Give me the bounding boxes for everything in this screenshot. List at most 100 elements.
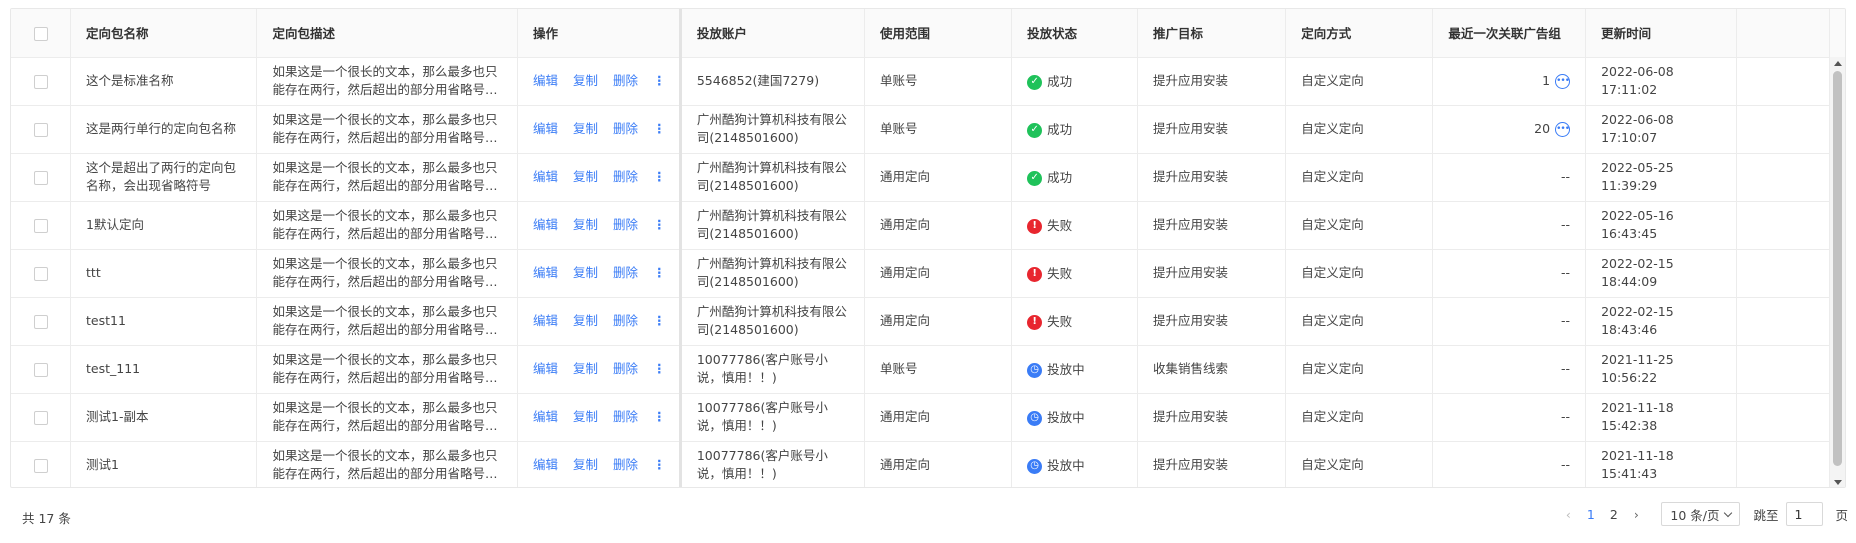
col-header-goal[interactable]: 推广目标 <box>1137 9 1287 58</box>
copy-link[interactable]: 复制 <box>573 169 598 184</box>
table-row[interactable]: 这个是超出了两行的定向包名称，会出现省略符号 如果这是一个很长的文本，那么最多也… <box>11 153 1832 202</box>
scope-cell: 通用定向 <box>864 441 1013 487</box>
row-spacer <box>1736 57 1832 106</box>
more-vertical-icon[interactable]: ⋮ <box>653 360 666 378</box>
col-header-desc[interactable]: 定向包描述 <box>256 9 519 58</box>
status-text: 投放中 <box>1047 410 1085 425</box>
scrollbar-thumb[interactable] <box>1833 71 1842 466</box>
edit-link[interactable]: 编辑 <box>533 313 558 328</box>
delete-link[interactable]: 删除 <box>613 73 638 88</box>
col-header-status[interactable]: 投放状态 <box>1011 9 1138 58</box>
vertical-scrollbar[interactable] <box>1829 57 1845 487</box>
edit-link[interactable]: 编辑 <box>533 73 558 88</box>
next-page-icon[interactable]: › <box>1625 507 1647 522</box>
scroll-up-arrow-icon[interactable] <box>1834 61 1842 66</box>
package-name: 这是两行单行的定向包名称 <box>86 121 237 136</box>
delete-link[interactable]: 删除 <box>613 265 638 280</box>
adgroup-cell: -- <box>1432 441 1587 487</box>
page-1[interactable]: 1 <box>1579 507 1602 522</box>
status-text: 成功 <box>1047 122 1073 137</box>
page-2[interactable]: 2 <box>1602 507 1625 522</box>
page-size-select[interactable]: 10 条/页 <box>1661 502 1741 526</box>
scroll-down-arrow-icon[interactable] <box>1834 480 1842 485</box>
method-cell: 自定义定向 <box>1285 345 1434 394</box>
row-checkbox[interactable] <box>33 314 48 329</box>
table-row[interactable]: ttt 如果这是一个很长的文本，那么最多也只能存在两行，然后超出的部分用省略号显… <box>11 249 1832 298</box>
more-vertical-icon[interactable]: ⋮ <box>653 264 666 282</box>
copy-link[interactable]: 复制 <box>573 73 598 88</box>
col-header-account[interactable]: 投放账户 <box>680 9 866 58</box>
edit-link[interactable]: 编辑 <box>533 169 558 184</box>
copy-link[interactable]: 复制 <box>573 361 598 376</box>
row-checkbox[interactable] <box>33 458 48 473</box>
delete-link[interactable]: 删除 <box>613 313 638 328</box>
row-checkbox[interactable] <box>33 218 48 233</box>
account-text: 广州酷狗计算机科技有限公司(2148501600) <box>696 112 847 145</box>
col-header-adgroup[interactable]: 最近一次关联广告组 <box>1432 9 1587 58</box>
select-all-checkbox[interactable] <box>33 26 48 41</box>
adgroup-count: -- <box>1561 169 1571 184</box>
edit-link[interactable]: 编辑 <box>533 265 558 280</box>
row-checkbox[interactable] <box>33 122 48 137</box>
more-vertical-icon[interactable]: ⋮ <box>653 72 666 90</box>
ellipsis-circle-icon[interactable]: ••• <box>1555 73 1571 89</box>
table-row[interactable]: 测试1-副本 如果这是一个很长的文本，那么最多也只能存在两行，然后超出的部分用省… <box>11 393 1832 442</box>
desc-cell: 如果这是一个很长的文本，那么最多也只能存在两行，然后超出的部分用省略号显示，当鼠… <box>256 441 519 487</box>
method-cell: 自定义定向 <box>1285 105 1434 154</box>
delete-link[interactable]: 删除 <box>613 217 638 232</box>
table-row[interactable]: test_111 如果这是一个很长的文本，那么最多也只能存在两行，然后超出的部分… <box>11 345 1832 394</box>
table-row[interactable]: 这是两行单行的定向包名称 如果这是一个很长的文本，那么最多也只能存在两行，然后超… <box>11 105 1832 154</box>
row-checkbox[interactable] <box>33 266 48 281</box>
more-vertical-icon[interactable]: ⋮ <box>653 120 666 138</box>
account-cell: 10077786(客户账号小说，慎用！！) <box>680 345 866 394</box>
copy-link[interactable]: 复制 <box>573 457 598 472</box>
copy-link[interactable]: 复制 <box>573 409 598 424</box>
copy-link[interactable]: 复制 <box>573 265 598 280</box>
adgroup-cell: -- <box>1432 201 1587 250</box>
row-checkbox[interactable] <box>33 362 48 377</box>
table-row[interactable]: 测试1 如果这是一个很长的文本，那么最多也只能存在两行，然后超出的部分用省略号显… <box>11 441 1832 487</box>
delete-link[interactable]: 删除 <box>613 169 638 184</box>
row-checkbox[interactable] <box>33 410 48 425</box>
row-checkbox[interactable] <box>33 74 48 89</box>
jump-page-input[interactable] <box>1786 502 1824 526</box>
copy-link[interactable]: 复制 <box>573 217 598 232</box>
more-vertical-icon[interactable]: ⋮ <box>653 312 666 330</box>
row-checkbox[interactable] <box>33 170 48 185</box>
edit-link[interactable]: 编辑 <box>533 121 558 136</box>
package-desc: 如果这是一个很长的文本，那么最多也只能存在两行，然后超出的部分用省略号显示，当鼠… <box>272 304 498 337</box>
delete-link[interactable]: 删除 <box>613 121 638 136</box>
copy-link[interactable]: 复制 <box>573 313 598 328</box>
delete-link[interactable]: 删除 <box>613 361 638 376</box>
col-header-name[interactable]: 定向包名称 <box>70 9 258 58</box>
table-row[interactable]: 这个是标准名称 如果这是一个很长的文本，那么最多也只能存在两行，然后超出的部分用… <box>11 57 1832 106</box>
adgroup-cell: 1 ••• <box>1432 57 1587 106</box>
more-vertical-icon[interactable]: ⋮ <box>653 168 666 186</box>
check-circle-icon: ✓ <box>1027 170 1043 186</box>
col-header-actions: 操作 <box>517 9 682 58</box>
ellipsis-circle-icon[interactable]: ••• <box>1555 121 1571 137</box>
delete-link[interactable]: 删除 <box>613 409 638 424</box>
prev-page-icon[interactable]: ‹ <box>1557 507 1579 522</box>
more-vertical-icon[interactable]: ⋮ <box>653 456 666 474</box>
status-text: 成功 <box>1047 74 1073 89</box>
row-select-cell <box>11 201 72 250</box>
edit-link[interactable]: 编辑 <box>533 457 558 472</box>
edit-link[interactable]: 编辑 <box>533 217 558 232</box>
table-row[interactable]: test11 如果这是一个很长的文本，那么最多也只能存在两行，然后超出的部分用省… <box>11 297 1832 346</box>
table-footer: 共 17 条 ‹ 1 2 › 10 条/页 跳至 页 <box>0 488 1856 543</box>
package-name: 测试1-副本 <box>86 409 149 424</box>
table-row[interactable]: 1默认定向 如果这是一个很长的文本，那么最多也只能存在两行，然后超出的部分用省略… <box>11 201 1832 250</box>
edit-link[interactable]: 编辑 <box>533 409 558 424</box>
col-header-updated[interactable]: 更新时间 <box>1585 9 1737 58</box>
copy-link[interactable]: 复制 <box>573 121 598 136</box>
goal-cell: 提升应用安装 <box>1137 297 1287 346</box>
delete-link[interactable]: 删除 <box>613 457 638 472</box>
more-vertical-icon[interactable]: ⋮ <box>653 216 666 234</box>
edit-link[interactable]: 编辑 <box>533 361 558 376</box>
col-header-scope[interactable]: 使用范围 <box>864 9 1013 58</box>
col-header-method[interactable]: 定向方式 <box>1285 9 1434 58</box>
more-vertical-icon[interactable]: ⋮ <box>653 408 666 426</box>
goal-cell: 提升应用安装 <box>1137 57 1287 106</box>
updated-cell: 2021-11-18 15:42:38 <box>1585 393 1737 442</box>
